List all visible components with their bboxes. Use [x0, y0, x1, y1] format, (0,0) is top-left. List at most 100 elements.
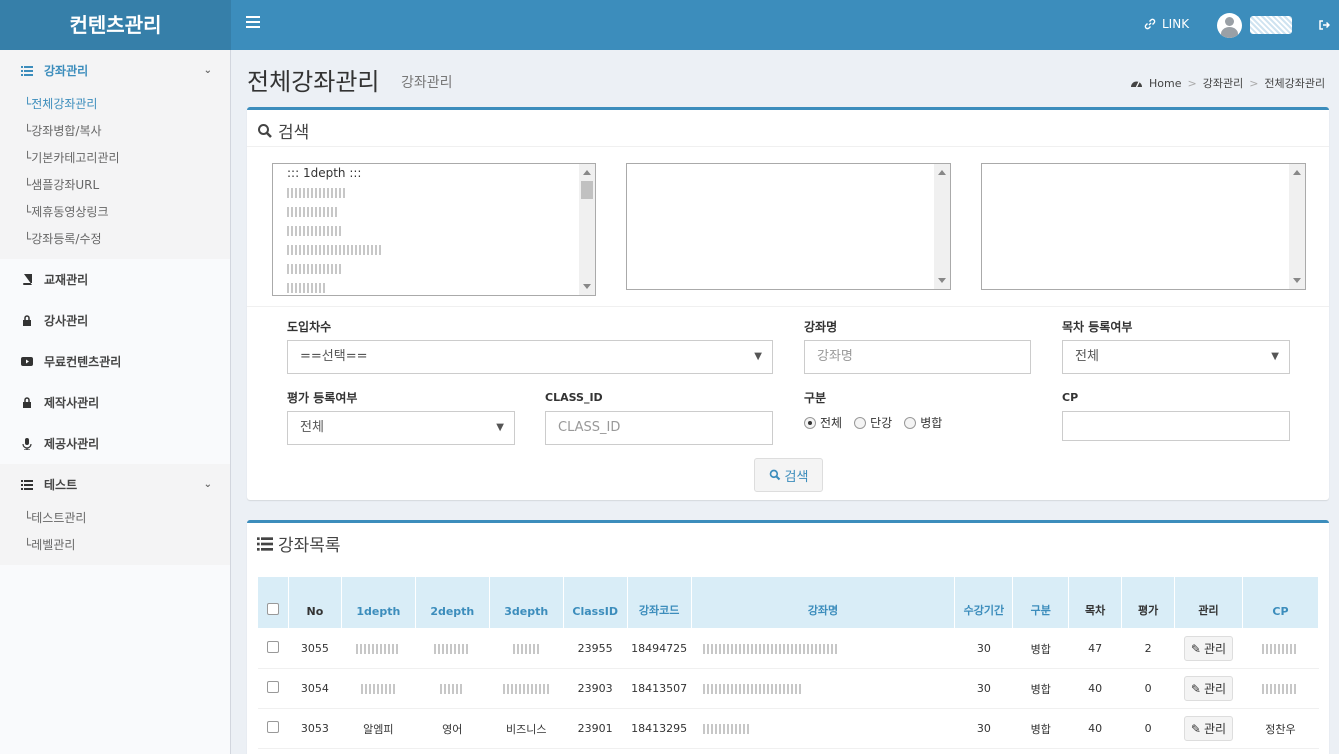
manage-button[interactable]: ✎ 관리 [1183, 676, 1234, 701]
class-id-label: CLASS_ID [545, 391, 603, 404]
row-classid: 23903 [563, 668, 628, 709]
list-item[interactable] [273, 221, 595, 240]
row-3depth [489, 668, 564, 709]
col-course-name[interactable]: 강좌명 [690, 576, 956, 629]
sidebar-item-test[interactable]: 테스트 ⌄ [0, 464, 230, 505]
list-item[interactable] [273, 183, 595, 202]
radio-merged[interactable]: 병합 [904, 414, 942, 431]
type-radio-group: 전체 단강 병합 [804, 414, 942, 431]
row-eval: 0 [1121, 668, 1175, 709]
row-toc: 47 [1068, 628, 1122, 669]
toc-select[interactable]: 전체 ▼ [1062, 340, 1290, 374]
manage-button[interactable]: ✎ 관리 [1183, 636, 1234, 661]
row-checkbox[interactable] [266, 681, 279, 693]
col-classid[interactable]: ClassID [562, 576, 628, 629]
col-type[interactable]: 구분 [1012, 576, 1070, 629]
row-course-name[interactable] [691, 708, 955, 749]
list-item[interactable] [273, 202, 595, 221]
row-toc: 40 [1068, 668, 1122, 709]
list-icon [20, 65, 34, 76]
sidebar-subitem-course-edit[interactable]: └강좌등록/수정 [0, 226, 230, 253]
row-checkbox[interactable] [266, 641, 279, 653]
link-button[interactable]: LINK [1144, 17, 1189, 31]
row-3depth [489, 628, 564, 669]
depth1-option-header[interactable]: ::: 1depth ::: [273, 164, 595, 183]
menu-group-test: 테스트 ⌄ └테스트관리 └레벨관리 [0, 464, 230, 565]
search-icon [258, 123, 272, 138]
sidebar-item-instructor[interactable]: 강사관리 [0, 300, 230, 341]
submenu-course: └전체강좌관리 └강좌병합/복사 └기본카테고리관리 └샘플강좌URL └제휴동… [0, 91, 230, 259]
edit-icon: ✎ [1190, 681, 1201, 696]
col-2depth[interactable]: 2depth [414, 576, 490, 629]
sidebar-item-course[interactable]: 강좌관리 ⌄ [0, 50, 230, 91]
menu-toggle-icon[interactable] [246, 16, 260, 30]
sidebar-item-provider[interactable]: 제공사관리 [0, 423, 230, 464]
manage-button[interactable]: ✎ 관리 [1183, 716, 1234, 741]
col-manage: 관리 [1174, 576, 1243, 629]
course-name-input[interactable]: 강좌명 [804, 340, 1031, 374]
sidebar-subitem-level-manage[interactable]: └레벨관리 [0, 532, 230, 559]
row-checkbox[interactable] [266, 721, 279, 733]
brand-logo[interactable]: 컨텐츠관리 [0, 0, 231, 50]
sidebar-item-textbook[interactable]: 교재관리 [0, 259, 230, 300]
user-name-blurred[interactable] [1250, 16, 1292, 34]
link-icon [1144, 18, 1156, 30]
link-label: LINK [1162, 17, 1190, 31]
breadcrumb-course[interactable]: 강좌관리 [1203, 75, 1243, 91]
radio-all[interactable]: 전체 [804, 414, 842, 431]
scrollbar[interactable] [579, 164, 595, 295]
cp-input[interactable] [1062, 411, 1290, 441]
row-course-name[interactable] [691, 668, 955, 709]
intro-select[interactable]: ==선택== ▼ [287, 340, 773, 374]
select-all-checkbox[interactable] [266, 603, 279, 615]
row-course-code: 18413507 [627, 668, 692, 709]
row-classid: 23955 [563, 628, 628, 669]
sidebar-subitem-test-manage[interactable]: └테스트관리 [0, 505, 230, 532]
col-3depth[interactable]: 3depth [488, 576, 564, 629]
col-no[interactable]: No [287, 576, 342, 629]
list-item[interactable] [273, 278, 595, 295]
search-button[interactable]: 검색 [754, 458, 823, 492]
edit-icon: ✎ [1190, 641, 1201, 656]
row-course-name[interactable] [691, 628, 955, 669]
scrollbar[interactable] [934, 164, 950, 289]
intro-label: 도입차수 [287, 320, 332, 334]
toc-label: 목차 등록여부 [1062, 320, 1133, 334]
col-cp[interactable]: CP [1241, 576, 1320, 629]
row-course-code: 18494725 [627, 628, 692, 669]
eval-select[interactable]: 전체 ▼ [287, 411, 515, 445]
list-icon [20, 479, 34, 490]
sidebar-subitem-merge-copy[interactable]: └강좌병합/복사 [0, 118, 230, 145]
logout-icon[interactable] [1318, 19, 1330, 31]
list-item[interactable] [273, 259, 595, 278]
class-id-input[interactable]: CLASS_ID [545, 411, 773, 445]
scrollbar[interactable] [1289, 164, 1305, 289]
sidebar-subitem-all-courses[interactable]: └전체강좌관리 [0, 91, 230, 118]
depth2-listbox[interactable] [626, 163, 951, 290]
course-list-box: 강좌목록 No 1depth 2depth 3depth ClassID 강좌코… [247, 520, 1329, 754]
row-1depth [341, 668, 416, 709]
sidebar-subitem-video-link[interactable]: └제휴동영상링크 [0, 199, 230, 226]
depth1-listbox[interactable]: ::: 1depth ::: [272, 163, 596, 296]
row-2depth: 영어 [415, 708, 490, 749]
radio-single[interactable]: 단강 [854, 414, 892, 431]
menu-group-course: 강좌관리 ⌄ └전체강좌관리 └강좌병합/복사 └기본카테고리관리 └샘플강좌U… [0, 50, 230, 259]
depth3-listbox[interactable] [981, 163, 1306, 290]
row-eval: 0 [1121, 708, 1175, 749]
col-1depth[interactable]: 1depth [340, 576, 416, 629]
row-1depth [341, 628, 416, 669]
user-avatar[interactable] [1217, 13, 1242, 38]
row-type: 병합 [1012, 628, 1069, 669]
col-course-code[interactable]: 강좌코드 [626, 576, 692, 629]
list-item[interactable] [273, 240, 595, 259]
course-name-label: 강좌명 [804, 320, 838, 334]
breadcrumb-home[interactable]: Home [1149, 77, 1181, 90]
col-period[interactable]: 수강기간 [954, 576, 1014, 629]
table-header-row: No 1depth 2depth 3depth ClassID 강좌코드 강좌명… [257, 576, 1320, 629]
sidebar-subitem-sample-url[interactable]: └샘플강좌URL [0, 172, 230, 199]
sidebar-subitem-category[interactable]: └기본카테고리관리 [0, 145, 230, 172]
sidebar-item-free-content[interactable]: 무료컨텐츠관리 [0, 341, 230, 382]
sidebar-item-producer[interactable]: 제작사관리 [0, 382, 230, 423]
row-type: 병합 [1012, 708, 1069, 749]
table-row: 3054 23903 18413507 30 병합 40 0 ✎ 관리 [257, 668, 1319, 709]
